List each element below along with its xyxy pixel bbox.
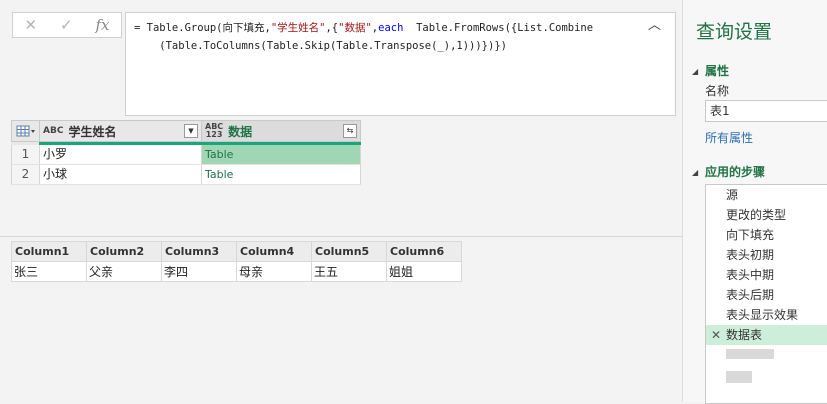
properties-heading: 属性 bbox=[705, 64, 730, 78]
detail-cell: 母亲 bbox=[237, 261, 312, 282]
step-item[interactable]: 源 bbox=[706, 185, 827, 205]
step-label: 源 bbox=[726, 188, 739, 202]
step-item[interactable]: 表头后期 bbox=[706, 285, 827, 305]
step-label: 更改的类型 bbox=[726, 208, 787, 222]
detail-column-header: Column5 bbox=[312, 241, 387, 261]
collapse-formula-icon[interactable]: ︿ bbox=[648, 19, 661, 32]
detail-cell: 李四 bbox=[162, 261, 237, 282]
cell-table-link[interactable]: Table bbox=[202, 145, 360, 164]
table-row[interactable]: 2 小球 Table bbox=[11, 165, 361, 185]
step-item[interactable]: 表头中期 bbox=[706, 265, 827, 285]
step-label: 表头后期 bbox=[726, 288, 775, 302]
cell-student-name[interactable]: 小罗 bbox=[40, 145, 202, 164]
formula-text-1: = Table.Group(向下填充, bbox=[134, 22, 271, 34]
column-data-label: 数据 bbox=[228, 124, 253, 139]
collapse-properties-icon[interactable]: ◢ bbox=[692, 67, 698, 76]
column-name-label: 学生姓名 bbox=[68, 124, 117, 139]
applied-steps-list: 源 更改的类型 向下填充 表头初期 表头中期 表头后期 表头显示效果 ✕ 数据表 bbox=[705, 184, 827, 404]
detail-header-row: Column1 Column2 Column3 Column4 Column5 … bbox=[12, 241, 462, 261]
any-type-icon: ABC 123 bbox=[205, 123, 223, 139]
cell-table-link[interactable]: Table bbox=[202, 165, 360, 184]
step-item[interactable]: 表头显示效果 bbox=[706, 305, 827, 325]
step-label: 数据表 bbox=[726, 328, 763, 342]
formula-line-2: (Table.ToColumns(Table.Skip(Table.Transp… bbox=[134, 40, 507, 52]
step-label: 向下填充 bbox=[726, 228, 775, 242]
detail-column-header: Column3 bbox=[162, 241, 237, 261]
query-name-input[interactable]: 表1 bbox=[705, 100, 827, 122]
type-icon-bottom: 123 bbox=[205, 130, 223, 139]
formula-buttons: ✕ ✓ fx bbox=[12, 12, 122, 38]
step-item[interactable]: 向下填充 bbox=[706, 225, 827, 245]
query-preview-grid: ABC 学生姓名 ▼ ABC 123 数据 ⇆ 1 小罗 Table 2 小球 … bbox=[11, 120, 361, 185]
blurred-step-icon bbox=[726, 371, 752, 383]
formula-bar[interactable]: = Table.Group(向下填充,"学生姓名",{"数据",each Tab… bbox=[125, 12, 676, 116]
formula-string-1: "学生姓名" bbox=[270, 22, 326, 34]
detail-column-header: Column1 bbox=[12, 241, 87, 261]
step-label: 表头初期 bbox=[726, 248, 775, 262]
cancel-icon[interactable]: ✕ bbox=[24, 16, 37, 34]
column-header-data[interactable]: ABC 123 数据 ⇆ bbox=[202, 121, 360, 141]
step-label: 表头显示效果 bbox=[726, 308, 799, 322]
filter-dropdown-icon[interactable]: ▼ bbox=[184, 124, 198, 138]
delete-step-icon[interactable]: ✕ bbox=[711, 325, 721, 345]
fx-icon[interactable]: fx bbox=[96, 16, 110, 34]
detail-column-header: Column4 bbox=[237, 241, 312, 261]
step-label: 表头中期 bbox=[726, 268, 775, 282]
column-header-student-name[interactable]: ABC 学生姓名 ▼ bbox=[40, 121, 202, 141]
formula-text-2: ,{ bbox=[325, 22, 339, 34]
name-label: 名称 bbox=[705, 84, 730, 98]
collapse-steps-icon[interactable]: ◢ bbox=[692, 168, 698, 177]
detail-cell: 王五 bbox=[312, 261, 387, 282]
step-item[interactable]: 更改的类型 bbox=[706, 205, 827, 225]
detail-cell: 张三 bbox=[12, 261, 87, 282]
row-index: 1 bbox=[12, 145, 40, 164]
formula-text-4: Table.FromRows({List.Combine bbox=[403, 22, 594, 34]
detail-column-header: Column2 bbox=[87, 241, 162, 261]
table-detail-preview: Column1 Column2 Column3 Column4 Column5 … bbox=[11, 241, 462, 282]
formula-string-2: "数据" bbox=[338, 22, 372, 34]
detail-cell: 姐姐 bbox=[387, 261, 462, 282]
step-item-active[interactable]: ✕ 数据表 bbox=[706, 325, 827, 345]
table-row[interactable]: 1 小罗 Table bbox=[11, 145, 361, 165]
formula-keyword: each bbox=[378, 22, 404, 34]
blurred-step-icon bbox=[726, 349, 774, 359]
applied-steps-heading: 应用的步骤 bbox=[705, 165, 766, 179]
detail-cell: 父亲 bbox=[87, 261, 162, 282]
detail-data-row: 张三 父亲 李四 母亲 王五 姐姐 bbox=[12, 261, 462, 282]
expand-column-icon[interactable]: ⇆ bbox=[343, 124, 357, 138]
step-item[interactable]: 表头初期 bbox=[706, 245, 827, 265]
detail-column-header: Column6 bbox=[387, 241, 462, 261]
table-menu-icon[interactable] bbox=[12, 121, 40, 141]
text-type-icon: ABC bbox=[43, 126, 64, 136]
row-index: 2 bbox=[12, 165, 40, 184]
table-grid-icon bbox=[16, 125, 35, 137]
commit-icon[interactable]: ✓ bbox=[60, 16, 73, 34]
pane-title: 查询设置 bbox=[696, 21, 773, 43]
cell-student-name[interactable]: 小球 bbox=[40, 165, 202, 184]
grid-header: ABC 学生姓名 ▼ ABC 123 数据 ⇆ bbox=[11, 120, 361, 142]
preview-divider[interactable] bbox=[0, 236, 682, 237]
all-properties-link[interactable]: 所有属性 bbox=[705, 129, 753, 146]
